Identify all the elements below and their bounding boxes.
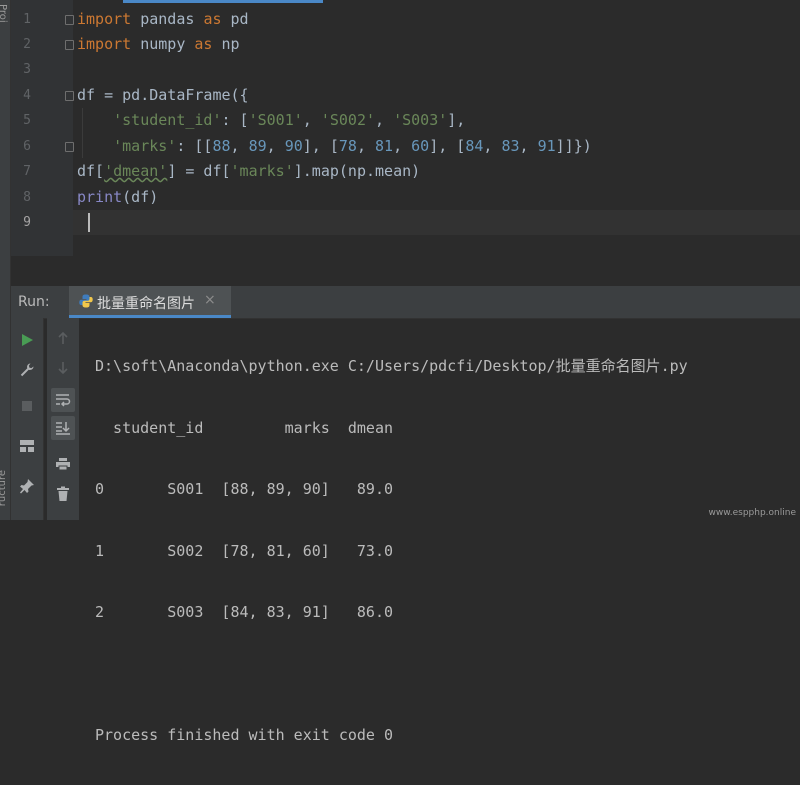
line-number: 9 — [23, 215, 31, 230]
left-tool-strip: Proj ructure — [0, 0, 11, 520]
run-label: Run: — [18, 294, 50, 310]
fold-icon[interactable] — [65, 91, 74, 101]
run-tab-label: 批量重命名图片 — [97, 296, 195, 312]
code-line-4[interactable]: 4 df = pd.DataFrame({ — [11, 83, 800, 108]
trash-icon[interactable] — [51, 482, 75, 506]
console-line: 1 S002 [78, 81, 60] 73.0 — [95, 541, 394, 560]
line-number: 7 — [23, 164, 31, 179]
structure-strip-label[interactable]: ructure — [0, 470, 8, 506]
pin-icon[interactable] — [15, 474, 39, 498]
soft-wrap-icon[interactable] — [51, 388, 75, 412]
run-toolbar-left — [11, 318, 44, 520]
code-text: df = pd.DataFrame({ — [77, 86, 249, 104]
code-line-2[interactable]: 2 import numpy as np — [11, 32, 800, 57]
console-line: student_id marks dmean — [95, 418, 394, 437]
line-number: 3 — [23, 62, 31, 77]
scroll-to-end-icon[interactable] — [51, 416, 75, 440]
text-caret — [88, 213, 90, 232]
run-icon[interactable] — [15, 328, 39, 352]
code-text: 'student_id': ['S001', 'S002', 'S003'], — [113, 111, 466, 129]
close-icon[interactable]: × — [204, 292, 216, 308]
line-number: 8 — [23, 190, 31, 205]
code-line-6[interactable]: 6 'marks': [[88, 89, 90], [78, 81, 60], … — [11, 134, 800, 159]
code-text: print(df) — [77, 188, 159, 206]
fold-icon[interactable] — [65, 40, 74, 50]
code-line-7[interactable]: 7 df['dmean'] = df['marks'].map(np.mean) — [11, 159, 800, 184]
line-number: 2 — [23, 37, 31, 52]
line-number: 5 — [23, 113, 31, 128]
code-line-5[interactable]: 5 'student_id': ['S001', 'S002', 'S003']… — [11, 108, 800, 133]
console-line: 0 S001 [88, 89, 90] 89.0 — [95, 480, 394, 498]
console-line: Process finished with exit code 0 — [95, 726, 394, 744]
code-editor[interactable]: 1 import pandas as pd 2 import numpy as … — [11, 0, 800, 256]
stop-icon[interactable] — [15, 394, 39, 418]
code-text: import numpy as np — [77, 35, 240, 53]
arrow-down-icon[interactable] — [51, 356, 75, 380]
code-text: 'marks': [[88, 89, 90], [78, 81, 60], [8… — [113, 137, 592, 155]
arrow-up-icon[interactable] — [51, 326, 75, 350]
console-output[interactable]: D:\soft\Anaconda\python.exe C:/Users/pdc… — [95, 318, 795, 785]
code-line-3[interactable]: 3 — [11, 57, 800, 82]
line-number: 4 — [23, 88, 31, 103]
console-line: D:\soft\Anaconda\python.exe C:/Users/pdc… — [95, 357, 688, 375]
python-icon — [79, 294, 93, 308]
run-tool-window: Run: 批量重命名图片 × D:\soft\Anaconda\python.e… — [11, 286, 800, 744]
line-number: 1 — [23, 12, 31, 27]
code-line-8[interactable]: 8 print(df) — [11, 185, 800, 210]
run-tab[interactable]: 批量重命名图片 × — [69, 286, 231, 318]
fold-icon[interactable] — [65, 15, 74, 25]
watermark: www.espphp.online — [708, 508, 797, 518]
layout-icon[interactable] — [15, 434, 39, 458]
project-strip-label[interactable]: Proj — [0, 4, 8, 23]
line-number: 6 — [23, 139, 31, 154]
run-header: Run: 批量重命名图片 × — [11, 286, 800, 319]
indent-guide — [82, 108, 83, 158]
code-line-1[interactable]: 1 import pandas as pd — [11, 7, 800, 32]
fold-icon[interactable] — [65, 142, 74, 152]
print-icon[interactable] — [51, 452, 75, 476]
console-line: 2 S003 [84, 83, 91] 86.0 — [95, 603, 394, 621]
run-toolbar-right — [47, 318, 79, 520]
code-line-9[interactable]: 9 — [11, 210, 800, 235]
code-text: df['dmean'] = df['marks'].map(np.mean) — [77, 162, 421, 180]
wrench-icon[interactable] — [15, 358, 39, 382]
code-text: import pandas as pd — [77, 10, 249, 28]
editor-tab-indicator — [123, 0, 323, 3]
